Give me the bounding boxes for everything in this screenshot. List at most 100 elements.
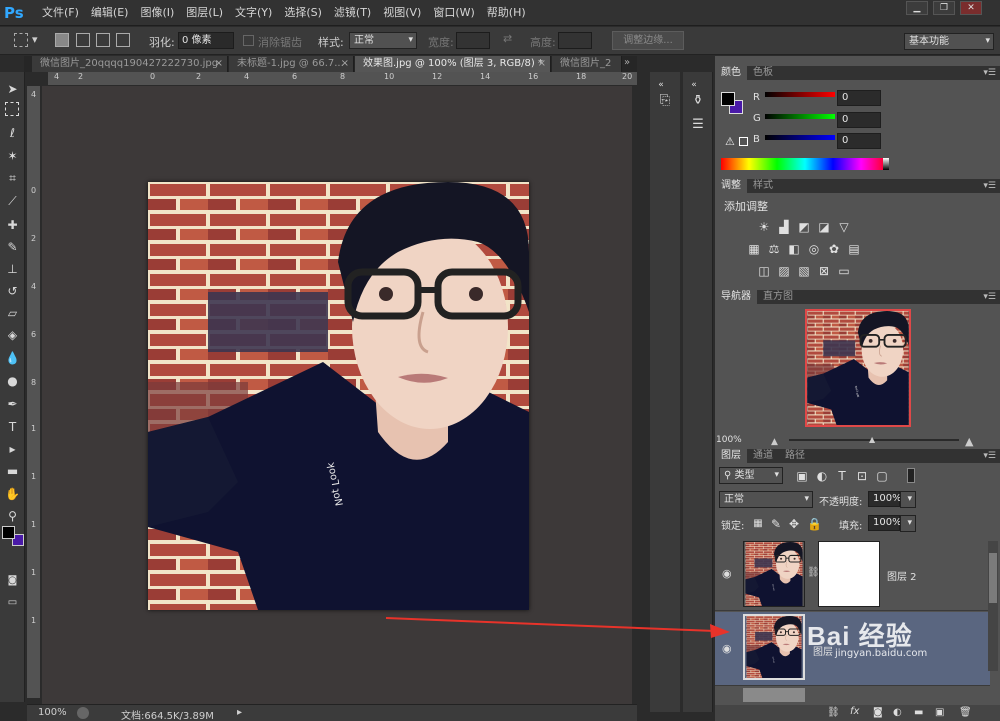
menu-image[interactable]: 图像(I): [134, 0, 180, 26]
brush-tool-icon[interactable]: ✎: [3, 238, 22, 256]
layer-name[interactable]: 图层 2: [887, 568, 917, 583]
brush-panel-icon[interactable]: ⚱: [687, 90, 709, 112]
panel-menu-icon[interactable]: ▾☰: [983, 290, 996, 304]
delete-layer-icon[interactable]: 🗑: [959, 707, 972, 718]
zoom-tool-icon[interactable]: ⚲: [3, 507, 22, 525]
close-button[interactable]: ✕: [960, 1, 982, 15]
close-icon[interactable]: ×: [538, 56, 546, 72]
new-selection-icon[interactable]: [55, 33, 69, 47]
tab-styles[interactable]: 样式: [747, 179, 779, 193]
minimize-button[interactable]: ▁: [906, 1, 928, 15]
close-icon[interactable]: ×: [341, 56, 349, 72]
refine-edge-button[interactable]: 调整边缘...: [612, 31, 684, 50]
document-photo[interactable]: [148, 182, 529, 610]
exposure-icon[interactable]: ◪: [817, 220, 831, 234]
menu-edit[interactable]: 编辑(E): [85, 0, 135, 26]
fx-icon[interactable]: fx: [850, 706, 859, 717]
tab-navigator[interactable]: 导航器: [715, 290, 757, 304]
black-white-icon[interactable]: ◧: [787, 242, 801, 256]
selective-color-icon[interactable]: ⊠: [817, 264, 831, 278]
tab-channels[interactable]: 通道: [747, 449, 779, 463]
filter-pixel-icon[interactable]: ▣: [795, 469, 809, 483]
zoom-level[interactable]: 100%: [38, 707, 67, 718]
tab-swatches[interactable]: 色板: [747, 66, 779, 80]
menu-type[interactable]: 文字(Y): [229, 0, 278, 26]
width-input[interactable]: [456, 32, 490, 49]
lock-transparent-icon[interactable]: ▦: [751, 517, 765, 531]
fill-input[interactable]: 100%: [868, 515, 902, 531]
black-white-ramp[interactable]: [883, 158, 889, 170]
opacity-input[interactable]: 100%: [868, 491, 902, 507]
menu-help[interactable]: 帮助(H): [481, 0, 532, 26]
tab-doc-3[interactable]: 效果图.jpg @ 100% (图层 3, RGB/8) * ×: [355, 56, 551, 72]
navigator-preview[interactable]: [805, 309, 911, 427]
restore-button[interactable]: ❐: [933, 1, 955, 15]
eye-icon[interactable]: ◉: [722, 567, 732, 580]
vibrance-icon[interactable]: ▽: [837, 220, 851, 234]
intersect-selection-icon[interactable]: [116, 33, 130, 47]
zoom-out-icon[interactable]: ▲: [771, 437, 778, 447]
threshold-icon[interactable]: ▧: [797, 264, 811, 278]
height-input[interactable]: [558, 32, 592, 49]
photo-filter-icon[interactable]: ◎: [807, 242, 821, 256]
red-slider[interactable]: [765, 92, 835, 97]
add-mask-icon[interactable]: ◙: [873, 707, 883, 718]
menu-file[interactable]: 文件(F): [36, 0, 85, 26]
blue-slider[interactable]: [765, 135, 835, 140]
shape-tool-icon[interactable]: ▬: [3, 462, 22, 480]
panel-menu-icon[interactable]: ▾☰: [983, 66, 996, 80]
style-select[interactable]: 正常: [349, 32, 417, 49]
healing-brush-icon[interactable]: ✚: [3, 216, 22, 234]
red-input[interactable]: 0: [837, 90, 881, 106]
history-brush-icon[interactable]: ↺: [3, 282, 22, 300]
panel-menu-icon[interactable]: ▾☰: [983, 179, 996, 193]
marquee-tool-icon[interactable]: [14, 33, 28, 47]
fill-dropdown[interactable]: [900, 515, 916, 532]
move-tool-icon[interactable]: ➤: [3, 80, 22, 98]
dodge-tool-icon[interactable]: ●: [3, 372, 22, 390]
paint-bucket-icon[interactable]: ◈: [3, 326, 22, 344]
brightness-icon[interactable]: ☀: [757, 220, 771, 234]
stamp-tool-icon[interactable]: ⊥: [3, 260, 22, 278]
new-layer-icon[interactable]: ▣: [935, 707, 944, 718]
scrollbar-thumb[interactable]: [989, 553, 997, 603]
antialias-checkbox[interactable]: [243, 35, 254, 46]
filter-type-icon[interactable]: T: [835, 469, 849, 483]
layer-mask-thumbnail[interactable]: [818, 541, 880, 607]
green-input[interactable]: 0: [837, 112, 881, 128]
menu-filter[interactable]: 滤镜(T): [328, 0, 377, 26]
menu-window[interactable]: 窗口(W): [427, 0, 480, 26]
lasso-tool-icon[interactable]: ℓ: [3, 124, 22, 142]
chevron-down-icon[interactable]: ▾: [32, 33, 38, 46]
filter-toggle[interactable]: [907, 468, 915, 483]
eyedropper-icon[interactable]: ⟋: [3, 192, 22, 210]
menu-view[interactable]: 视图(V): [377, 0, 427, 26]
lock-position-icon[interactable]: ✥: [787, 517, 801, 531]
eraser-tool-icon[interactable]: ▱: [3, 304, 22, 322]
type-tool-icon[interactable]: T: [3, 418, 22, 436]
filter-shape-icon[interactable]: ⊡: [855, 469, 869, 483]
workspace-select[interactable]: 基本功能: [904, 33, 994, 50]
status-arrow-icon[interactable]: ▸: [237, 707, 242, 718]
green-slider[interactable]: [765, 114, 835, 119]
swap-icon[interactable]: ⇄: [503, 32, 512, 45]
filter-smart-icon[interactable]: ▢: [875, 469, 889, 483]
lock-all-icon[interactable]: 🔒: [807, 517, 822, 531]
foreground-color-swatch[interactable]: [721, 92, 735, 106]
color-lookup-icon[interactable]: ▤: [847, 242, 861, 256]
panel-menu-icon[interactable]: ▾☰: [983, 449, 996, 463]
zoom-slider-thumb[interactable]: ▲: [869, 435, 875, 444]
tab-doc-1[interactable]: 微信图片_20qqqq190427222730.jpg ×: [32, 56, 228, 72]
feather-input[interactable]: 0 像素: [178, 32, 234, 49]
tab-doc-4[interactable]: 微信图片_2: [552, 56, 622, 72]
blur-tool-icon[interactable]: 💧: [3, 349, 22, 367]
filter-adjustment-icon[interactable]: ◐: [815, 469, 829, 483]
channel-mixer-icon[interactable]: ✿: [827, 242, 841, 256]
eye-icon[interactable]: ◉: [722, 642, 732, 655]
path-select-icon[interactable]: ▸: [3, 440, 22, 458]
foreground-color-swatch[interactable]: [2, 526, 15, 539]
layers-scrollbar[interactable]: [988, 541, 998, 671]
layer-row-2[interactable]: ◉ ⛓ 图层 2: [715, 537, 990, 611]
subtract-selection-icon[interactable]: [96, 33, 110, 47]
screen-mode-icon[interactable]: ▭: [3, 594, 22, 612]
